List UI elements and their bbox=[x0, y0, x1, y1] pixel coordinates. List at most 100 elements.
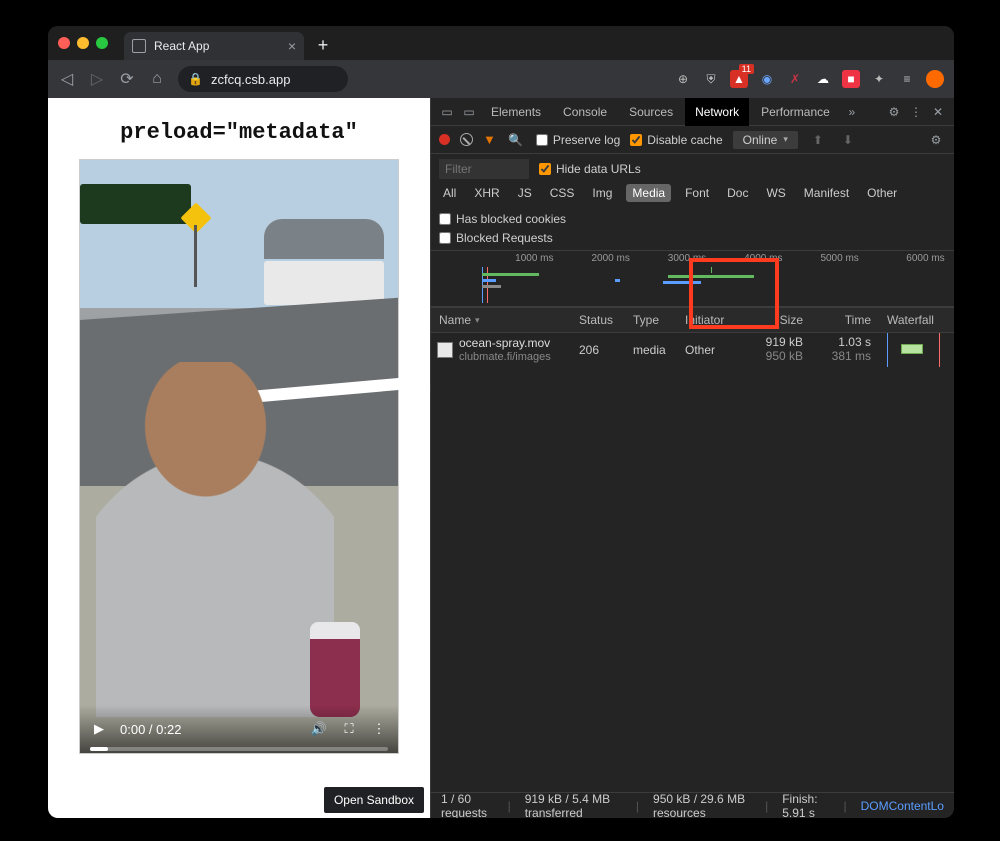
titlebar: React App × + bbox=[48, 26, 954, 60]
request-domain: clubmate.fi/images bbox=[459, 351, 551, 364]
cell-initiator: Other bbox=[677, 343, 731, 357]
extension-icon-4[interactable]: ■ bbox=[842, 70, 860, 88]
blocked-requests-checkbox[interactable]: Blocked Requests bbox=[439, 231, 553, 245]
hide-data-urls-checkbox[interactable]: Hide data URLs bbox=[539, 162, 641, 176]
filter-input[interactable] bbox=[439, 159, 529, 179]
address-bar[interactable]: 🔒 zcfcq.csb.app bbox=[178, 66, 348, 92]
column-status[interactable]: Status bbox=[571, 313, 625, 327]
tab-favicon bbox=[132, 39, 146, 53]
column-time[interactable]: Time bbox=[811, 313, 879, 327]
window-controls bbox=[58, 37, 108, 49]
more-tabs-icon[interactable]: » bbox=[842, 105, 862, 119]
video-player[interactable]: ▶ 0:00 / 0:22 🔊 ⛶ ⋮ bbox=[79, 159, 399, 754]
page-viewport: preload="metadata" ▶ 0:00 / 0:22 🔊 ⛶ ⋮ bbox=[48, 98, 430, 818]
extension-icon-2[interactable]: ✗ bbox=[786, 70, 804, 88]
type-other[interactable]: Other bbox=[863, 184, 901, 202]
type-ws[interactable]: WS bbox=[762, 184, 789, 202]
browser-tab[interactable]: React App × bbox=[124, 32, 304, 60]
column-size[interactable]: Size bbox=[731, 313, 811, 327]
status-requests: 1 / 60 requests bbox=[441, 792, 494, 819]
close-tab-button[interactable]: × bbox=[288, 38, 296, 54]
type-css[interactable]: CSS bbox=[546, 184, 579, 202]
cell-size: 919 kB 950 kB bbox=[731, 336, 811, 364]
video-progress[interactable] bbox=[90, 747, 388, 751]
network-table-body: ocean-spray.mov clubmate.fi/images 206 m… bbox=[431, 333, 954, 792]
disable-cache-checkbox[interactable]: Disable cache bbox=[630, 133, 722, 147]
network-table-header: Name▾ Status Type Initiator Size Time Wa… bbox=[431, 307, 954, 333]
has-blocked-cookies-checkbox[interactable]: Has blocked cookies bbox=[439, 212, 566, 226]
request-thumbnail bbox=[437, 342, 453, 358]
type-xhr[interactable]: XHR bbox=[470, 184, 503, 202]
volume-button[interactable]: 🔊 bbox=[310, 720, 328, 738]
close-devtools-button[interactable]: ✕ bbox=[928, 105, 948, 119]
tab-network[interactable]: Network bbox=[685, 98, 749, 126]
filter-toggle-icon[interactable]: ▼ bbox=[483, 132, 496, 147]
kebab-menu-icon[interactable]: ⋮ bbox=[906, 105, 926, 119]
url-text: zcfcq.csb.app bbox=[211, 72, 291, 87]
search-icon[interactable]: 🔍 bbox=[506, 133, 526, 147]
fullscreen-button[interactable]: ⛶ bbox=[340, 720, 358, 738]
type-img[interactable]: Img bbox=[588, 184, 616, 202]
throttling-select[interactable]: Online bbox=[733, 131, 798, 149]
network-status-bar: 1 / 60 requests | 919 kB / 5.4 MB transf… bbox=[431, 792, 954, 818]
minimize-window-button[interactable] bbox=[77, 37, 89, 49]
close-window-button[interactable] bbox=[58, 37, 70, 49]
request-name: ocean-spray.mov bbox=[459, 337, 551, 351]
back-button[interactable]: ◁ bbox=[58, 70, 76, 88]
extension-badge-icon[interactable]: ▲ bbox=[730, 70, 748, 88]
extensions-puzzle-icon[interactable]: ✦ bbox=[870, 70, 888, 88]
home-button[interactable]: ⌂ bbox=[148, 70, 166, 88]
devtools-tabbar: ▭ ▭ Elements Console Sources Network Per… bbox=[431, 98, 954, 126]
type-media[interactable]: Media bbox=[626, 184, 671, 202]
record-button[interactable] bbox=[439, 134, 450, 145]
extension-icon-3[interactable]: ☁ bbox=[814, 70, 832, 88]
brave-shield-icon[interactable]: ⛨ bbox=[702, 70, 720, 88]
column-waterfall[interactable]: Waterfall bbox=[879, 313, 954, 327]
device-toggle-icon[interactable]: ▭ bbox=[459, 105, 479, 119]
type-doc[interactable]: Doc bbox=[723, 184, 752, 202]
open-sandbox-button[interactable]: Open Sandbox bbox=[324, 787, 424, 813]
extensions-area: ⊕ ⛨ ▲ ◉ ✗ ☁ ■ ✦ ≡ bbox=[674, 70, 944, 88]
lock-icon: 🔒 bbox=[188, 72, 203, 86]
video-time: 0:00 / 0:22 bbox=[120, 722, 181, 737]
content-area: preload="metadata" ▶ 0:00 / 0:22 🔊 ⛶ ⋮ bbox=[48, 98, 954, 818]
column-initiator[interactable]: Initiator bbox=[677, 313, 731, 327]
video-controls: ▶ 0:00 / 0:22 🔊 ⛶ ⋮ bbox=[80, 705, 398, 753]
inspect-element-icon[interactable]: ▭ bbox=[437, 105, 457, 119]
network-timeline-overview[interactable]: 1000 ms 2000 ms 3000 ms 4000 ms 5000 ms … bbox=[431, 251, 954, 307]
network-row[interactable]: ocean-spray.mov clubmate.fi/images 206 m… bbox=[431, 333, 954, 367]
extension-icon-1[interactable]: ◉ bbox=[758, 70, 776, 88]
tab-elements[interactable]: Elements bbox=[481, 98, 551, 126]
clear-button[interactable] bbox=[460, 133, 473, 146]
status-finish: Finish: 5.91 s bbox=[782, 792, 829, 819]
page-heading: preload="metadata" bbox=[120, 120, 358, 145]
column-name[interactable]: Name▾ bbox=[431, 313, 571, 327]
type-js[interactable]: JS bbox=[514, 184, 536, 202]
play-button[interactable]: ▶ bbox=[90, 720, 108, 738]
maximize-window-button[interactable] bbox=[96, 37, 108, 49]
cell-waterfall bbox=[879, 333, 954, 367]
profile-icon[interactable] bbox=[926, 70, 944, 88]
type-manifest[interactable]: Manifest bbox=[800, 184, 853, 202]
column-type[interactable]: Type bbox=[625, 313, 677, 327]
tab-sources[interactable]: Sources bbox=[619, 98, 683, 126]
type-all[interactable]: All bbox=[439, 184, 460, 202]
network-toolbar: ▼ 🔍 Preserve log Disable cache Online ⬆ … bbox=[431, 126, 954, 154]
tab-console[interactable]: Console bbox=[553, 98, 617, 126]
preserve-log-checkbox[interactable]: Preserve log bbox=[536, 133, 620, 147]
tab-performance[interactable]: Performance bbox=[751, 98, 840, 126]
upload-har-icon[interactable]: ⬆ bbox=[808, 133, 828, 147]
video-menu-button[interactable]: ⋮ bbox=[370, 720, 388, 738]
type-font[interactable]: Font bbox=[681, 184, 713, 202]
network-filter-bar: Hide data URLs All XHR JS CSS Img Media … bbox=[431, 154, 954, 251]
status-domcontentloaded: DOMContentLo bbox=[861, 799, 944, 813]
cell-time: 1.03 s 381 ms bbox=[811, 336, 879, 364]
reload-button[interactable]: ⟳ bbox=[118, 70, 136, 88]
playlist-icon[interactable]: ≡ bbox=[898, 70, 916, 88]
settings-gear-icon[interactable]: ⚙ bbox=[884, 105, 904, 119]
forward-button[interactable]: ▷ bbox=[88, 70, 106, 88]
download-har-icon[interactable]: ⬇ bbox=[838, 133, 858, 147]
site-settings-icon[interactable]: ⊕ bbox=[674, 70, 692, 88]
new-tab-button[interactable]: + bbox=[310, 32, 336, 58]
network-settings-gear-icon[interactable]: ⚙ bbox=[926, 133, 946, 147]
